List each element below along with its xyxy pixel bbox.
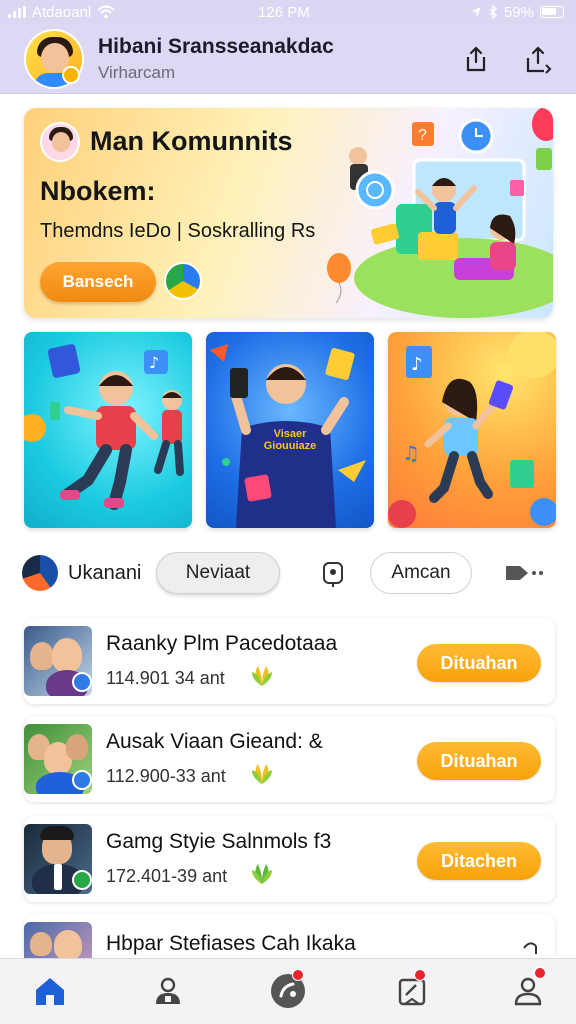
account-icon — [514, 977, 542, 1006]
account-notification-dot — [534, 967, 546, 979]
nav-home[interactable] — [30, 971, 70, 1011]
chat-notification-dot — [292, 969, 304, 981]
list-item[interactable]: Gamg Styie Salnmols f3 172.401-39 ant Di… — [24, 816, 555, 902]
more-icon — [506, 566, 543, 580]
wifi-icon — [97, 5, 115, 19]
list-item-title: Gamg Styie Salnmols f3 — [106, 830, 332, 853]
status-bar: Atdaoanl 126 PM 59% — [0, 0, 576, 24]
hero-avatar — [40, 122, 80, 162]
filter-chip-1[interactable]: Neviaat — [156, 552, 280, 594]
share-button[interactable] — [458, 41, 494, 77]
verified-badge-icon — [62, 66, 80, 84]
page-title: Hibani Sransseanakdac — [98, 34, 334, 58]
hero-title: Man Komunnits — [90, 126, 293, 156]
arrow-icon — [523, 942, 537, 954]
shirt-text-line1: Visaer — [273, 428, 307, 440]
list-item-action-button[interactable]: Ditachen — [417, 842, 541, 880]
location-filter-button[interactable] — [320, 560, 346, 593]
community-logo-icon[interactable] — [22, 555, 58, 591]
shirt-text-line2: Giouuiaze — [263, 440, 317, 452]
signal-icon — [8, 6, 26, 18]
bottom-nav — [0, 958, 576, 1024]
page-subtitle: Virharcam — [98, 62, 176, 82]
featured-tile-1[interactable]: ♪ — [24, 332, 192, 528]
list-item-badge-icon — [72, 672, 92, 692]
battery-percent: 59% — [503, 3, 534, 21]
clock: 126 PM — [258, 3, 310, 21]
upload-button[interactable] — [520, 41, 556, 77]
bluetooth-icon — [489, 5, 497, 19]
list-item-badge-icon — [72, 770, 92, 790]
list-item-meta: 112.900-33 ant — [106, 766, 226, 786]
more-filters-button[interactable] — [504, 562, 548, 589]
hero-title-line2: Nbokem: — [40, 176, 156, 206]
list-item[interactable]: Ausak Viaan Gieand: & 112.900-33 ant Dit… — [24, 716, 555, 802]
hero-cta-button[interactable]: Bansech — [40, 262, 156, 302]
hero-banner[interactable]: Man Komunnits Nbokem: Themdns IeDo | Sos… — [24, 108, 553, 318]
list-item-title: Hbpar Stefiases Cah Ikaka — [106, 932, 356, 955]
home-icon — [36, 978, 64, 1005]
filter-chip-2[interactable]: Amcan — [370, 552, 472, 594]
leaf-icon — [252, 764, 272, 784]
list-item-title: Ausak Viaan Gieand: & — [106, 730, 323, 753]
tile-2-shirt-text: Visaer Giouuiaze — [254, 428, 326, 452]
nav-profile[interactable] — [148, 971, 188, 1011]
orders-notification-dot — [414, 969, 426, 981]
hero-logo-icon[interactable] — [164, 262, 202, 300]
svg-text:♫: ♫ — [402, 441, 420, 465]
hero-illustration: ? — [327, 108, 553, 318]
location-icon — [470, 7, 481, 17]
tile-1-illustration: ♪ — [24, 344, 184, 510]
list-item-meta: 114.901 34 ant — [106, 668, 225, 688]
header-text: Hibani Sransseanakdac Virharcam — [98, 35, 432, 83]
filter-bar: Ukanani Neviaat Amcan — [22, 552, 562, 596]
svg-text:?: ? — [418, 127, 427, 144]
map-pin-icon — [323, 562, 343, 587]
share-icon — [466, 45, 486, 71]
battery-icon — [540, 6, 564, 18]
leaf-icon — [252, 666, 272, 686]
hero-description: Themdns IeDo | Soskralling Rs — [40, 220, 316, 242]
list-item-action-button[interactable]: Dituahan — [417, 644, 541, 682]
list-item-title: Raanky Plm Pacedotaaa — [106, 632, 338, 655]
nav-account[interactable] — [508, 967, 548, 1011]
svg-text:♪: ♪ — [411, 354, 423, 375]
leaf-icon — [252, 864, 272, 884]
list-item-badge-icon — [72, 870, 92, 890]
list-item[interactable]: Raanky Plm Pacedotaaa 114.901 34 ant Dit… — [24, 618, 555, 704]
svg-text:♪: ♪ — [149, 353, 159, 372]
status-left: Atdaoanl — [8, 4, 115, 21]
filter-label[interactable]: Ukanani — [68, 562, 141, 585]
app-header: Hibani Sransseanakdac Virharcam — [0, 24, 576, 94]
tile-3-illustration: ♪ ♫ — [388, 332, 556, 528]
carrier-name: Atdaoanl — [32, 3, 92, 21]
featured-tile-2[interactable]: Visaer Giouuiaze — [206, 332, 374, 528]
featured-tile-3[interactable]: ♪ ♫ — [388, 332, 556, 528]
list-item-action-button[interactable]: Dituahan — [417, 742, 541, 780]
upload-icon — [526, 45, 552, 74]
nav-chat[interactable] — [268, 969, 308, 1011]
list-item-meta: 172.401-39 ant — [106, 866, 228, 886]
status-right: 59% — [470, 4, 564, 21]
nav-orders[interactable] — [392, 969, 432, 1011]
profile-icon — [156, 977, 180, 1004]
